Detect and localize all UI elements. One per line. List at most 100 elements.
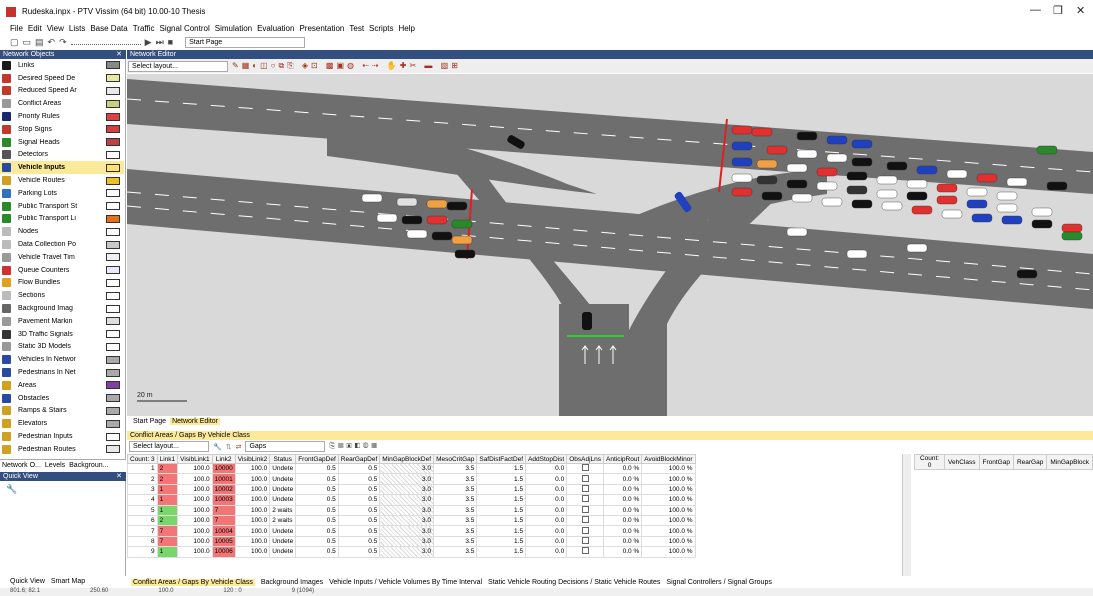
cell-mc[interactable]: 3.5 xyxy=(433,535,478,548)
cell-link2[interactable]: 10000 xyxy=(211,462,236,475)
start-page-select[interactable]: Start Page xyxy=(185,36,306,48)
table-row[interactable]: 3 1 100.0 10002 100.0 Undete 0.5 0.5 3.0 3.5 1.5 0.… xyxy=(127,483,696,496)
cell-link2[interactable]: 10001 xyxy=(211,473,236,485)
cell-mg[interactable]: 3.0 xyxy=(379,462,435,475)
cell-link1[interactable]: 1 xyxy=(156,483,179,496)
menu-traffic[interactable]: Traffic xyxy=(133,24,155,33)
network-object-ramps-stairs[interactable]: Ramps & Stairs xyxy=(0,405,124,418)
cell-rg[interactable]: 0.5 xyxy=(337,525,381,537)
object-swatch[interactable] xyxy=(106,202,120,211)
cell-sd[interactable]: 1.5 xyxy=(476,462,527,475)
cell-link2[interactable]: 10006 xyxy=(211,546,236,558)
object-swatch[interactable] xyxy=(106,214,120,223)
obs-adj-lns-checkbox[interactable] xyxy=(566,473,605,485)
cell-v2[interactable]: 100.0 xyxy=(234,483,271,496)
object-swatch[interactable] xyxy=(106,278,120,287)
cell-link1[interactable]: 2 xyxy=(156,514,179,527)
cell-link2[interactable]: 10004 xyxy=(211,525,236,537)
new-icon[interactable]: ▢ xyxy=(10,37,19,48)
sort-icon[interactable]: ⇅ xyxy=(226,443,232,451)
network-object-pedestrian-inputs[interactable]: Pedestrian Inputs xyxy=(0,430,124,443)
object-swatch[interactable] xyxy=(106,61,120,70)
network-object-flow-bundles[interactable]: Flow Bundles xyxy=(0,277,124,290)
checkbox-icon[interactable] xyxy=(581,474,589,482)
layout-select[interactable]: Select layout... xyxy=(128,60,228,72)
cell-v2[interactable]: 100.0 xyxy=(234,546,271,558)
cell-v2[interactable]: 100.0 xyxy=(234,525,271,537)
column-header[interactable]: Link2 xyxy=(211,454,236,464)
cell-as[interactable]: 0.0 xyxy=(525,525,568,537)
bottom-tab-3[interactable]: Static Vehicle Routing Decisions / Stati… xyxy=(488,579,660,586)
object-swatch[interactable] xyxy=(106,253,120,262)
cell-fg[interactable]: 0.5 xyxy=(295,514,339,527)
cell-link2[interactable]: 10002 xyxy=(211,483,236,496)
object-swatch[interactable] xyxy=(106,189,120,198)
network-object-pavement-markin[interactable]: Pavement Markin xyxy=(0,315,124,328)
network-object-vehicle-travel-tim[interactable]: Vehicle Travel Tim xyxy=(0,251,124,264)
cell-status[interactable]: Undete xyxy=(269,535,297,548)
object-swatch[interactable] xyxy=(106,86,120,95)
cell-link1[interactable]: 1 xyxy=(156,494,179,506)
cell-v2[interactable]: 100.0 xyxy=(234,514,271,527)
cell-rg[interactable]: 0.5 xyxy=(337,462,381,475)
column-header[interactable]: MesoCritGap xyxy=(433,454,478,464)
cell-status[interactable]: 2 waits xyxy=(269,514,297,527)
cell-fg[interactable]: 0.5 xyxy=(295,535,339,548)
cell-fg[interactable]: 0.5 xyxy=(295,525,339,537)
network-object-stop-signs[interactable]: Stop Signs xyxy=(0,123,124,136)
network-object-background-imag[interactable]: Background Imag xyxy=(0,302,124,315)
object-swatch[interactable] xyxy=(106,432,120,441)
cell-mg[interactable]: 3.0 xyxy=(379,483,435,496)
cell-fg[interactable]: 0.5 xyxy=(295,462,339,475)
cell-status[interactable]: 2 waits xyxy=(269,504,297,516)
table-row[interactable]: 5 1 100.0 7 100.0 2 waits 0.5 0.5 3.0 3.5 1.5 0.0 0.… xyxy=(127,504,696,516)
obs-adj-lns-checkbox[interactable] xyxy=(566,525,605,537)
cell-n[interactable]: 9 xyxy=(127,546,158,558)
cell-ar[interactable]: 0.0 % xyxy=(603,462,643,475)
checkbox-icon[interactable] xyxy=(581,484,589,492)
network-object-3d-traffic-signals[interactable]: 3D Traffic Signals xyxy=(0,328,124,341)
network-object-data-collection-po[interactable]: Data Collection Po xyxy=(0,238,124,251)
undo-icon[interactable]: ↶ xyxy=(48,37,56,48)
cell-as[interactable]: 0.0 xyxy=(525,483,568,496)
restore-button[interactable]: ❐ xyxy=(1053,4,1063,17)
network-object-vehicles-in-networ[interactable]: Vehicles In Networ xyxy=(0,353,124,366)
cell-mg[interactable]: 3.0 xyxy=(379,473,435,485)
cell-as[interactable]: 0.0 xyxy=(525,494,568,506)
column-header[interactable]: VisibLink2 xyxy=(234,454,271,464)
table-row[interactable]: 2 2 100.0 10001 100.0 Undete 0.5 0.5 3.0 3.5 1.5 0.… xyxy=(127,473,696,485)
bottom-tab-1[interactable]: Background Images xyxy=(261,579,323,586)
cell-mg[interactable]: 3.0 xyxy=(379,494,435,506)
cell-as[interactable]: 0.0 xyxy=(525,462,568,475)
object-swatch[interactable] xyxy=(106,445,120,454)
cell-status[interactable]: Undete xyxy=(269,546,297,558)
network-object-public-transport-li[interactable]: Public Transport Li xyxy=(0,213,124,226)
gaps-select[interactable]: Gaps xyxy=(245,441,326,452)
cell-n[interactable]: 8 xyxy=(127,535,158,548)
cell-ar[interactable]: 0.0 % xyxy=(603,535,643,548)
cell-ar[interactable]: 0.0 % xyxy=(603,473,643,485)
network-object-signal-heads[interactable]: Signal Heads xyxy=(0,136,124,149)
checkbox-icon[interactable] xyxy=(581,536,589,544)
cell-ab[interactable]: 100.0 % xyxy=(641,473,696,485)
right-column-header[interactable]: VehClass xyxy=(944,454,980,470)
cell-ab[interactable]: 100.0 % xyxy=(641,525,696,537)
cell-sd[interactable]: 1.5 xyxy=(476,473,527,485)
table-row[interactable]: 6 2 100.0 7 100.0 2 waits 0.5 0.5 3.0 3.5 1.5 0.0 0.… xyxy=(127,514,696,527)
cell-mc[interactable]: 3.5 xyxy=(433,462,478,475)
network-object-areas[interactable]: Areas xyxy=(0,379,124,392)
close-icon[interactable]: ✕ xyxy=(116,472,122,481)
network-object-parking-lots[interactable]: Parking Lots xyxy=(0,187,124,200)
cell-ab[interactable]: 100.0 % xyxy=(641,504,696,516)
cell-rg[interactable]: 0.5 xyxy=(337,494,381,506)
menu-lists[interactable]: Lists xyxy=(69,24,85,33)
object-swatch[interactable] xyxy=(106,304,120,313)
cell-v1[interactable]: 100.0 xyxy=(177,494,213,506)
cell-n[interactable]: 4 xyxy=(127,494,158,506)
list-layout-select[interactable]: Select layout... xyxy=(129,441,209,452)
cell-ab[interactable]: 100.0 % xyxy=(641,494,696,506)
cell-link1[interactable]: 2 xyxy=(156,473,179,485)
bottom-tab-0[interactable]: Conflict Areas / Gaps By Vehicle Class xyxy=(131,579,255,586)
object-swatch[interactable] xyxy=(106,355,120,364)
object-swatch[interactable] xyxy=(106,227,120,236)
